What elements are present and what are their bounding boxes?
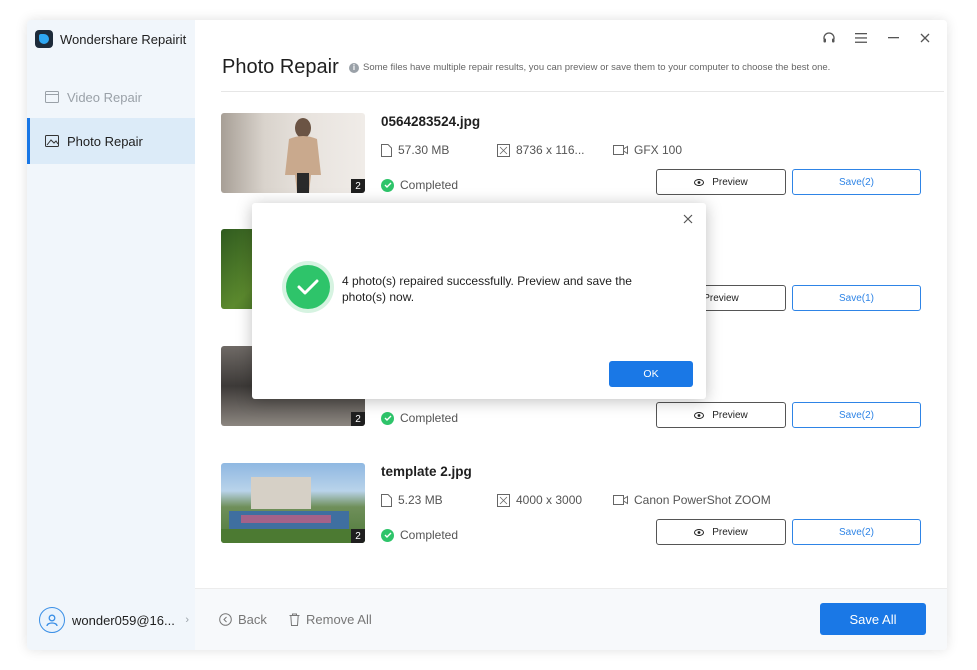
photo-thumbnail[interactable]: 2: [221, 113, 365, 193]
sidebar-item-photo-repair[interactable]: Photo Repair: [27, 118, 195, 164]
camera-icon: [613, 145, 628, 155]
page-title: Photo Repair: [222, 56, 339, 78]
check-icon: [381, 178, 394, 192]
save-button[interactable]: Save(2): [792, 519, 921, 545]
file-row: 2 template 2.jpg 5.23 MB 4000 x 3000 Can…: [221, 463, 921, 549]
sidebar: Wondershare Repairit Video Repair Photo …: [27, 20, 195, 650]
eye-icon: [694, 528, 705, 536]
preview-button[interactable]: Preview: [656, 169, 786, 195]
save-button[interactable]: Save(2): [792, 402, 921, 428]
video-icon: [45, 91, 59, 103]
file-name: template 2.jpg: [381, 464, 472, 479]
photo-icon: [45, 135, 59, 147]
chevron-right-icon: ›: [185, 614, 189, 626]
eye-icon: [694, 411, 705, 419]
file-size: 5.23 MB: [381, 493, 443, 507]
camera-icon: [613, 495, 628, 505]
photo-thumbnail[interactable]: 2: [221, 463, 365, 543]
file-size: 57.30 MB: [381, 143, 449, 157]
app-name: Wondershare Repairit: [60, 31, 187, 47]
minimize-icon[interactable]: [883, 28, 903, 48]
file-icon: [381, 143, 392, 157]
resolution-icon: [497, 493, 510, 507]
file-name: 0564283524.jpg: [381, 114, 481, 129]
save-button[interactable]: Save(1): [792, 285, 921, 311]
back-button[interactable]: Back: [219, 612, 267, 627]
ok-button[interactable]: OK: [609, 361, 693, 387]
brand: Wondershare Repairit: [35, 28, 186, 50]
sidebar-item-video-repair[interactable]: Video Repair: [27, 74, 195, 120]
menu-icon[interactable]: [851, 28, 871, 48]
info-icon: i: [349, 62, 359, 73]
user-email: wonder059@16...: [72, 612, 175, 628]
repairit-logo-icon: [35, 30, 53, 48]
user-account[interactable]: wonder059@16... ›: [39, 606, 189, 634]
dialog-close-icon[interactable]: [680, 211, 696, 227]
hint-text: i Some files have multiple repair result…: [349, 62, 830, 73]
result-count-badge: 2: [351, 179, 365, 193]
status-badge: Completed: [381, 411, 458, 425]
preview-button[interactable]: Preview: [656, 519, 786, 545]
status-badge: Completed: [381, 528, 458, 542]
dialog-message: 4 photo(s) repaired successfully. Previe…: [342, 274, 632, 304]
resolution-icon: [497, 143, 510, 157]
close-icon[interactable]: [915, 28, 935, 48]
save-button[interactable]: Save(2): [792, 169, 921, 195]
headset-icon[interactable]: [819, 28, 839, 48]
preview-button[interactable]: Preview: [656, 402, 786, 428]
trash-icon: [289, 613, 300, 626]
success-dialog: 4 photo(s) repaired successfully. Previe…: [252, 203, 706, 399]
success-check-icon: [286, 265, 330, 309]
result-count-badge: 2: [351, 412, 365, 426]
sidebar-item-label: Video Repair: [67, 89, 142, 105]
status-badge: Completed: [381, 178, 458, 192]
eye-icon: [694, 178, 705, 186]
file-icon: [381, 493, 392, 507]
file-camera: Canon PowerShot ZOOM: [613, 493, 771, 507]
file-camera: GFX 100: [613, 143, 682, 157]
avatar: [39, 607, 65, 633]
sidebar-item-label: Photo Repair: [67, 133, 143, 149]
file-row: 2 0564283524.jpg 57.30 MB 8736 x 116... …: [221, 113, 921, 199]
divider: [221, 91, 944, 92]
back-icon: [219, 613, 232, 626]
check-icon: [381, 528, 394, 542]
file-resolution: 8736 x 116...: [497, 143, 585, 157]
file-resolution: 4000 x 3000: [497, 493, 582, 507]
result-count-badge: 2: [351, 529, 365, 543]
save-all-button[interactable]: Save All: [820, 603, 926, 635]
hint-label: Some files have multiple repair results,…: [363, 62, 831, 73]
remove-all-button[interactable]: Remove All: [289, 612, 372, 627]
check-icon: [381, 411, 394, 425]
window-controls: [819, 28, 935, 48]
footer-bar: Back Remove All Save All: [195, 588, 947, 650]
